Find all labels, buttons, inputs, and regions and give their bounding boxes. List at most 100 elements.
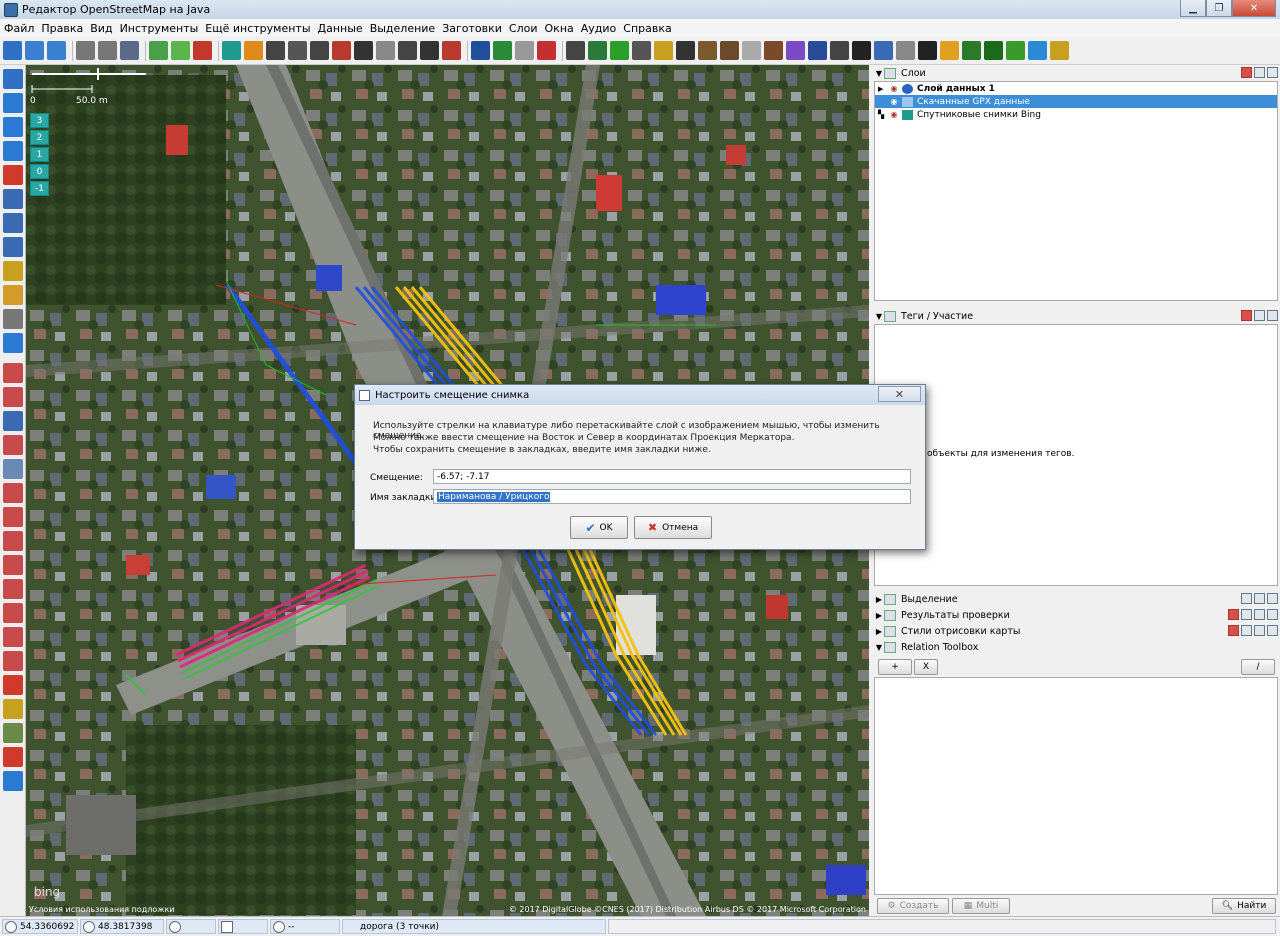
minimize-panel-icon[interactable]: [1267, 593, 1278, 604]
selection-panel-header[interactable]: ▶ Выделение: [874, 592, 1278, 606]
minimize-button[interactable]: ▁: [1180, 0, 1206, 17]
layer-row-gpx[interactable]: ◉ Скачанные GPX данные: [875, 95, 1277, 108]
menu-selection[interactable]: Выделение: [370, 22, 436, 35]
layer-2-icon[interactable]: [3, 387, 23, 407]
menu-more-tools[interactable]: Ещё инструменты: [205, 22, 310, 35]
map-styles-panel-header[interactable]: ▶ Стили отрисовки карты: [874, 624, 1278, 638]
draw-icon[interactable]: [3, 117, 23, 137]
detach-panel-icon[interactable]: [1254, 625, 1265, 636]
detach-panel-icon[interactable]: [1254, 609, 1265, 620]
globe-icon[interactable]: [493, 41, 512, 60]
speed-tool-icon[interactable]: [3, 747, 23, 767]
crossing-icon[interactable]: [398, 41, 417, 60]
maximize-button[interactable]: ❐: [1206, 0, 1232, 17]
layer-11-icon[interactable]: [3, 603, 23, 623]
settings-panel-icon[interactable]: [1241, 609, 1252, 620]
menu-edit[interactable]: Правка: [41, 22, 83, 35]
sofa-icon[interactable]: [830, 41, 849, 60]
open-file-icon[interactable]: [3, 41, 22, 60]
layer-6-icon[interactable]: [3, 483, 23, 503]
layer-5-icon[interactable]: [3, 459, 23, 479]
detach-panel-icon[interactable]: [1254, 310, 1265, 321]
zoom-level-2[interactable]: 2: [30, 130, 49, 145]
balloons-icon[interactable]: [654, 41, 673, 60]
find-button[interactable]: 🔍︎ Найти: [1212, 898, 1276, 914]
layer-10-icon[interactable]: [3, 579, 23, 599]
visibility-eye-icon[interactable]: ◉: [888, 84, 900, 93]
redo-icon[interactable]: [98, 41, 117, 60]
paperclip-icon[interactable]: [896, 41, 915, 60]
tree-icon[interactable]: [962, 41, 981, 60]
cancel-button[interactable]: ✖ Отмена: [634, 516, 712, 539]
expand-icon[interactable]: ▶: [874, 611, 884, 620]
edit-relation-button[interactable]: /: [1241, 659, 1275, 675]
person-tool-icon[interactable]: [3, 723, 23, 743]
play-2-icon[interactable]: [3, 771, 23, 791]
upload-icon[interactable]: [47, 41, 66, 60]
imagery-terms-link[interactable]: Условия использования подложки: [29, 905, 175, 914]
settings-panel-icon[interactable]: [1241, 593, 1252, 604]
bookmark-input[interactable]: Нариманова / Урицкого: [433, 489, 911, 504]
add-relation-button[interactable]: +: [878, 659, 912, 675]
menu-view[interactable]: Вид: [90, 22, 112, 35]
minimize-panel-icon[interactable]: [1267, 609, 1278, 620]
flag-icon[interactable]: [537, 41, 556, 60]
menu-help[interactable]: Справка: [623, 22, 671, 35]
picture-icon[interactable]: [588, 41, 607, 60]
create-button[interactable]: ⚙ Создать: [877, 898, 949, 914]
select-icon[interactable]: [3, 69, 23, 89]
menu-tools[interactable]: Инструменты: [120, 22, 199, 35]
clothes-icon[interactable]: [808, 41, 827, 60]
minimize-panel-icon[interactable]: [1267, 625, 1278, 636]
clear-relation-button[interactable]: X: [914, 659, 938, 675]
preferences-icon[interactable]: [120, 41, 139, 60]
close-button[interactable]: ✕: [1232, 0, 1276, 17]
update-data-icon[interactable]: [171, 41, 190, 60]
edit-icon[interactable]: [3, 261, 23, 281]
draw-line-icon[interactable]: [3, 285, 23, 305]
info-icon[interactable]: [471, 41, 490, 60]
settings-panel-icon[interactable]: [1241, 625, 1252, 636]
shop-icon[interactable]: [786, 41, 805, 60]
collapse-icon[interactable]: ▼: [874, 643, 884, 652]
split-way-icon[interactable]: [3, 237, 23, 257]
combine-icon[interactable]: [3, 213, 23, 233]
factory-icon[interactable]: [720, 41, 739, 60]
zoom-icon[interactable]: [3, 141, 23, 161]
image-offset-icon[interactable]: [3, 699, 23, 719]
ok-button[interactable]: ✔ OK: [570, 516, 628, 539]
street-lamp-icon[interactable]: [288, 41, 307, 60]
wheat-icon[interactable]: [1050, 41, 1069, 60]
wall-icon[interactable]: [376, 41, 395, 60]
telephone-icon[interactable]: [676, 41, 695, 60]
dentist-icon[interactable]: [632, 41, 651, 60]
forest-icon[interactable]: [984, 41, 1003, 60]
menu-data[interactable]: Данные: [318, 22, 363, 35]
validation-panel-header[interactable]: ▶ Результаты проверки: [874, 608, 1278, 622]
close-panel-icon[interactable]: [1228, 625, 1239, 636]
tunnel-icon[interactable]: [420, 41, 439, 60]
visibility-eye-icon[interactable]: ◉: [888, 97, 900, 106]
download-along-icon[interactable]: [149, 41, 168, 60]
church-icon[interactable]: [742, 41, 761, 60]
zoom-level-minus-1[interactable]: -1: [30, 181, 49, 196]
expand-icon[interactable]: ▶: [874, 627, 884, 636]
layer-8-icon[interactable]: [3, 531, 23, 551]
collapse-icon[interactable]: ▼: [874, 312, 884, 321]
restaurant-icon[interactable]: [764, 41, 783, 60]
close-panel-icon[interactable]: [1241, 310, 1252, 321]
zoom-level-0[interactable]: 0: [30, 164, 49, 179]
close-panel-icon[interactable]: [1241, 67, 1252, 78]
theatre-icon[interactable]: [566, 41, 585, 60]
first-aid-icon[interactable]: [610, 41, 629, 60]
layer-9-icon[interactable]: [3, 555, 23, 575]
menu-audio[interactable]: Аудио: [581, 22, 617, 35]
minimize-panel-icon[interactable]: [1267, 310, 1278, 321]
menu-windows[interactable]: Окна: [545, 22, 574, 35]
update-modified-icon[interactable]: [193, 41, 212, 60]
play-icon[interactable]: [3, 333, 23, 353]
minimize-panel-icon[interactable]: [1267, 67, 1278, 78]
dialog-close-button[interactable]: ✕: [878, 386, 921, 402]
railway-icon[interactable]: [310, 41, 329, 60]
menu-layers[interactable]: Слои: [509, 22, 538, 35]
